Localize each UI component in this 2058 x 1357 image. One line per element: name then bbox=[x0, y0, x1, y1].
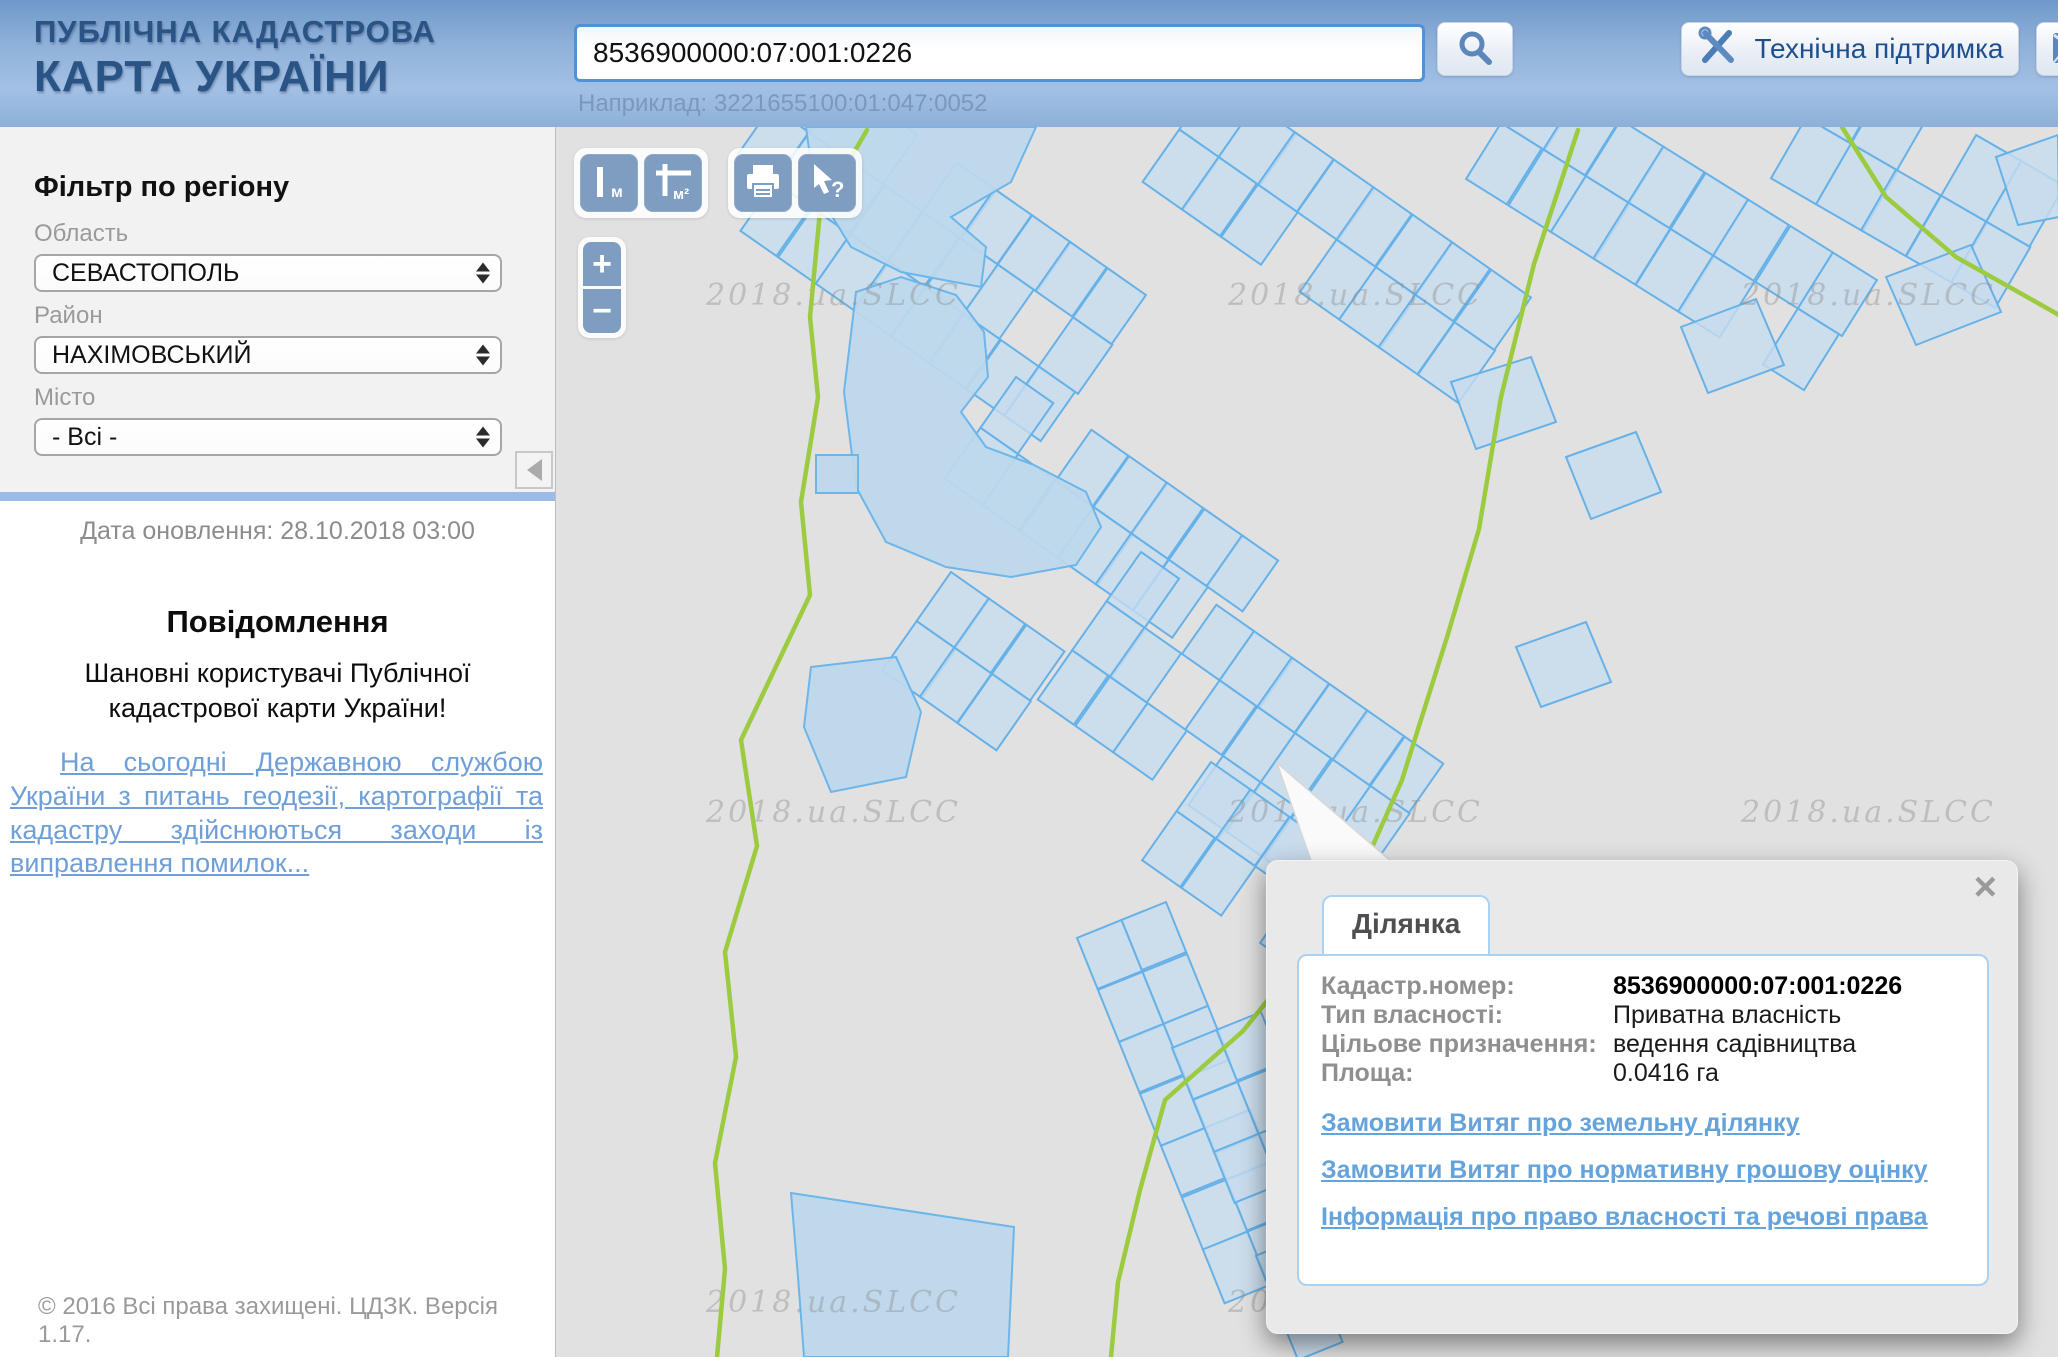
map-watermark: 2018.ua.SLCC bbox=[705, 1285, 961, 1320]
select-raion-value: НАХІМОВСЬКИЙ bbox=[52, 341, 251, 370]
feedback-button[interactable] bbox=[2036, 22, 2058, 76]
select-raion[interactable]: НАХІМОВСЬКИЙ bbox=[34, 336, 502, 374]
search-button[interactable] bbox=[1437, 22, 1513, 76]
support-button[interactable]: Технічна підтримка bbox=[1681, 22, 2019, 76]
printer-icon bbox=[741, 160, 785, 207]
logo-line1: ПУБЛІЧНА КАДАСТРОВА bbox=[34, 14, 436, 50]
support-button-label: Технічна підтримка bbox=[1754, 33, 2003, 65]
zoom-control: + − bbox=[578, 237, 626, 338]
filter-title: Фільтр по регіону bbox=[34, 171, 502, 204]
popup-row-area: Площа: 0.0416 га bbox=[1321, 1059, 1965, 1088]
print-button[interactable] bbox=[734, 154, 792, 212]
popup-tab-dilyanka[interactable]: Ділянка bbox=[1322, 895, 1490, 954]
measure-toolbar: м м² bbox=[574, 148, 708, 218]
zoom-in-button[interactable]: + bbox=[583, 242, 621, 286]
select-oblast[interactable]: СЕВАСТОПОЛЬ bbox=[34, 254, 502, 292]
popup-link-monetary-valuation[interactable]: Замовити Витяг про нормативну грошову оц… bbox=[1321, 1156, 1965, 1185]
search-hint: Наприклад: 3221655100:01:047:0052 bbox=[578, 90, 988, 118]
raion-label: Район bbox=[34, 302, 502, 330]
svg-text:м: м bbox=[611, 184, 623, 201]
select-oblast-value: СЕВАСТОПОЛЬ bbox=[52, 259, 239, 288]
cursor-question-icon: ? bbox=[805, 160, 849, 207]
popup-panel: Кадастр.номер: 8536900000:07:001:0226 Ти… bbox=[1297, 954, 1989, 1286]
popup-link-land-extract[interactable]: Замовити Витяг про земельну ділянку bbox=[1321, 1109, 1965, 1138]
envelope-icon bbox=[2052, 32, 2058, 67]
update-date: Дата оновлення: 28.10.2018 03:00 bbox=[0, 517, 555, 546]
message-link[interactable]: На сьогодні Державною службою України з … bbox=[10, 746, 543, 881]
measure-area-icon: м² bbox=[651, 160, 695, 207]
copyright-footer: © 2016 Всі права захищені. ЦДЗК. Версія … bbox=[38, 1293, 555, 1349]
logo-line2: КАРТА УКРАЇНИ bbox=[34, 52, 436, 102]
measure-length-button[interactable]: м bbox=[580, 154, 638, 212]
map-watermark: 2018.ua.SLCC bbox=[1740, 278, 1996, 313]
action-toolbar: ? bbox=[728, 148, 862, 218]
crossed-tools-icon bbox=[1696, 25, 1738, 74]
popup-row-ownership-type: Тип власності: Приватна власність bbox=[1321, 1001, 1965, 1030]
sidebar: Фільтр по регіону Область СЕВАСТОПОЛЬ Ра… bbox=[0, 127, 555, 1357]
sidebar-info-panel: Дата оновлення: 28.10.2018 03:00 Повідом… bbox=[0, 501, 555, 881]
oblast-label: Область bbox=[34, 220, 502, 248]
select-misto-value: - Всі - bbox=[52, 423, 117, 452]
misto-label: Місто bbox=[34, 384, 502, 412]
popup-row-purpose: Цільове призначення: ведення садівництва bbox=[1321, 1030, 1965, 1059]
map-watermark: 2018.ua.SLCC bbox=[1740, 795, 1996, 830]
up-down-arrows-icon bbox=[476, 427, 490, 448]
select-misto[interactable]: - Всі - bbox=[34, 418, 502, 456]
measure-length-icon: м bbox=[587, 160, 631, 207]
up-down-arrows-icon bbox=[476, 345, 490, 366]
popup-close-button[interactable]: × bbox=[1974, 863, 1997, 911]
up-down-arrows-icon bbox=[476, 263, 490, 284]
svg-text:м²: м² bbox=[673, 186, 689, 203]
map-watermark: 2018.ua.SLCC bbox=[1227, 795, 1483, 830]
parcel-popup: × Ділянка Кадастр.номер: 8536900000:07:0… bbox=[1266, 860, 2018, 1334]
cadastral-number-value: 8536900000:07:001:0226 bbox=[1613, 972, 1902, 1001]
map-watermark: 2018.ua.SLCC bbox=[705, 278, 961, 313]
region-filter-panel: Фільтр по регіону Область СЕВАСТОПОЛЬ Ра… bbox=[0, 127, 555, 492]
app-logo: ПУБЛІЧНА КАДАСТРОВА КАРТА УКРАЇНИ bbox=[34, 14, 436, 102]
svg-text:?: ? bbox=[831, 177, 844, 202]
popup-link-ownership-info[interactable]: Інформація про право власності та речові… bbox=[1321, 1203, 1965, 1232]
header: ПУБЛІЧНА КАДАСТРОВА КАРТА УКРАЇНИ Наприк… bbox=[0, 0, 2058, 127]
app-window: ПУБЛІЧНА КАДАСТРОВА КАРТА УКРАЇНИ Наприк… bbox=[0, 0, 2058, 1357]
magnifier-icon bbox=[1455, 28, 1495, 71]
sidebar-collapse-button[interactable] bbox=[515, 451, 553, 489]
map-area: 2018.ua.SLCC 2018.ua.SLCC 2018.ua.SLCC 2018… bbox=[555, 127, 2058, 1357]
measure-area-button[interactable]: м² bbox=[644, 154, 702, 212]
identify-button[interactable]: ? bbox=[798, 154, 856, 212]
map-watermark: 2018.ua.SLCC bbox=[705, 795, 961, 830]
popup-row-cadastral-number: Кадастр.номер: 8536900000:07:001:0226 bbox=[1321, 972, 1965, 1001]
zoom-out-button[interactable]: − bbox=[583, 289, 621, 333]
map-watermark: 2018.ua.SLCC bbox=[1227, 278, 1483, 313]
sidebar-divider bbox=[0, 492, 555, 501]
message-intro: Шановні користувачі Публічної кадастрово… bbox=[30, 656, 525, 726]
message-title: Повідомлення bbox=[0, 604, 555, 640]
left-triangle-icon bbox=[527, 459, 542, 481]
search-input[interactable] bbox=[574, 24, 1425, 82]
